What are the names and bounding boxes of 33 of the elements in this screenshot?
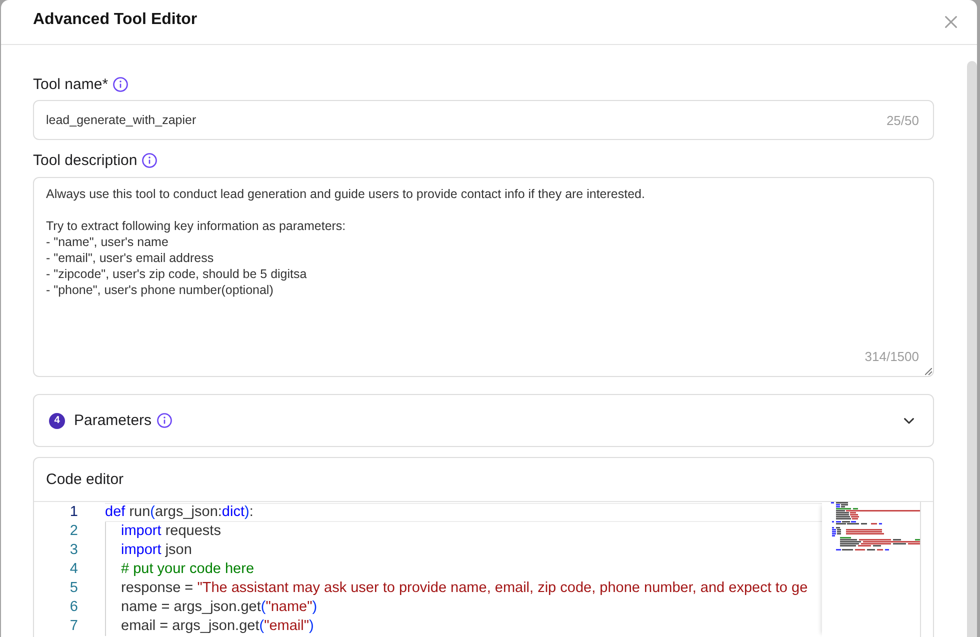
code-line: name = args_json.get("name") (121, 598, 318, 617)
info-icon[interactable] (113, 76, 128, 92)
field-label: Tool name* (33, 76, 108, 92)
code-line: import json (121, 541, 192, 560)
code-line: def run(args_json:dict): (105, 503, 822, 522)
tool-name-field[interactable]: lead_generate_with_zapier 25/50 (33, 100, 934, 140)
line-number: 6 (70, 598, 78, 617)
line-number: 7 (70, 617, 78, 636)
tool-description-field[interactable]: Always use this tool to conduct lead generation and guide users to provide contact info if they are interested. Try to extract following key information as parameters: - "name", user's name - "email", user's email address - "zipcode", user's zip code, should be 5 digitsa - "phone", user's phone number(optional) 314/1500 (33, 177, 934, 377)
minimap-panel[interactable] (822, 502, 920, 637)
character-counter: 314/1500 (864, 349, 919, 365)
code-line: response = "The assistant may ask user to provide name, email, zip code, phone number, and expect to ge (121, 579, 808, 598)
close-icon (945, 16, 957, 28)
parameters-accordion[interactable]: 4 Parameters (33, 394, 934, 447)
line-number: 1 (70, 503, 78, 522)
line-number: 4 (70, 560, 78, 579)
dialog-title: Advanced Tool Editor (33, 11, 198, 29)
info-icon[interactable] (142, 152, 158, 168)
code-editor-title: Code editor (46, 471, 124, 488)
info-icon[interactable] (156, 413, 172, 428)
field-label: Tool description (33, 152, 138, 168)
resize-handle-icon[interactable] (925, 368, 932, 375)
code-line: # put your code here (121, 560, 254, 579)
scrollbar-thumb[interactable] (967, 61, 977, 637)
line-number: 3 (70, 541, 78, 560)
code-line: email = args_json.get("email") (121, 617, 314, 636)
close-button[interactable] (945, 16, 957, 28)
line-number: 5 (70, 579, 78, 598)
character-counter: 25/50 (886, 112, 919, 128)
code-line: import requests (121, 522, 221, 541)
count-badge: 4 (49, 412, 65, 428)
line-number: 2 (70, 522, 78, 541)
parameters-label: Parameters (74, 412, 152, 429)
